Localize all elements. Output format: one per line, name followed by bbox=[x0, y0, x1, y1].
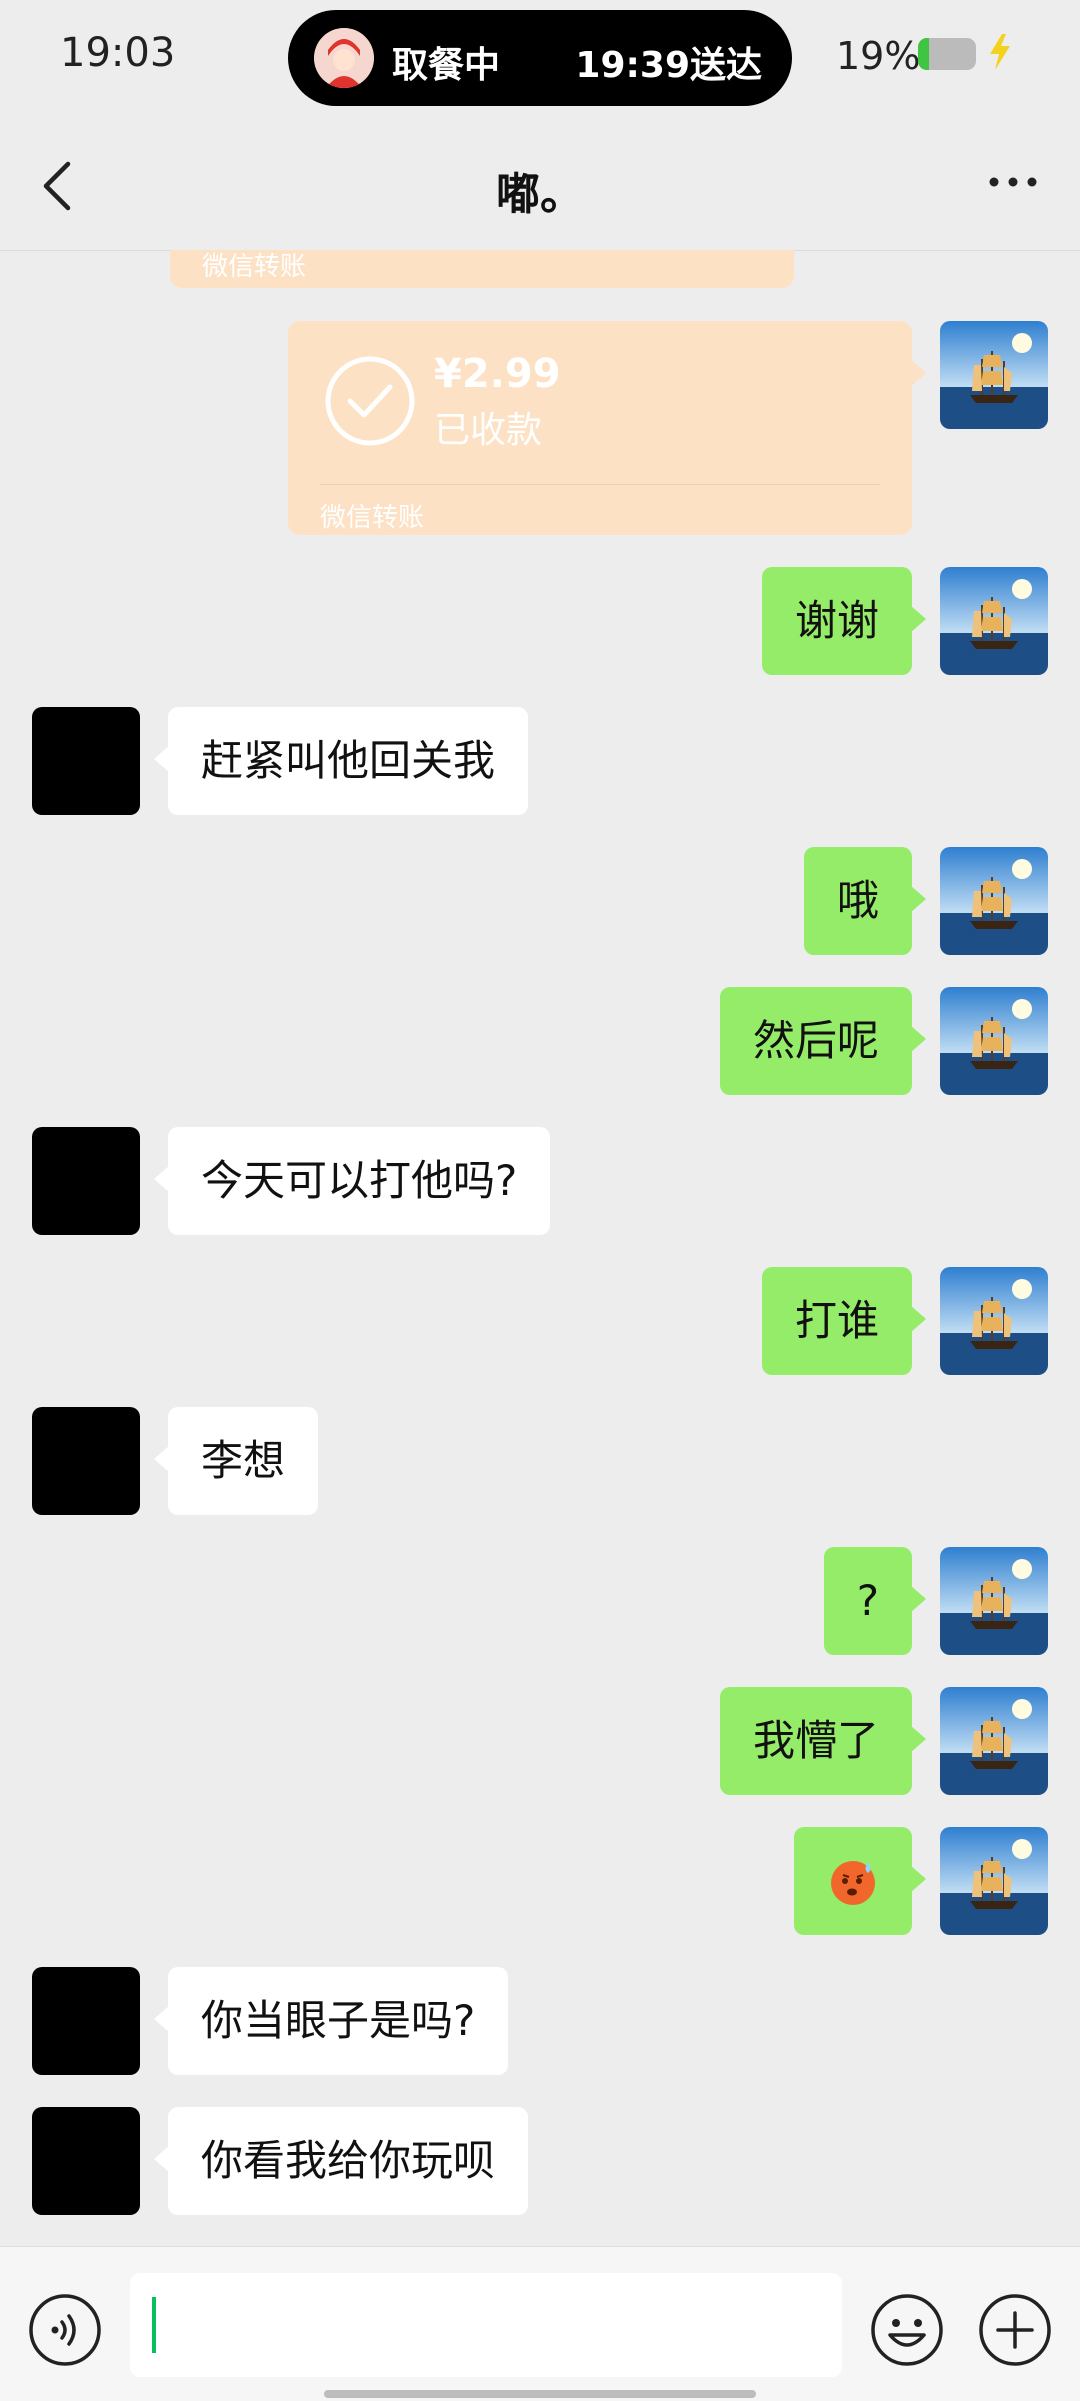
chat-title: 嘟。 bbox=[496, 169, 584, 220]
courier-avatar-icon bbox=[314, 28, 374, 88]
plus-circle-icon[interactable] bbox=[978, 2293, 1052, 2367]
transfer-status: 已收款 bbox=[434, 410, 543, 451]
outgoing-message[interactable]: 打谁 bbox=[761, 1267, 927, 1375]
dynamic-island-delivery[interactable]: 取餐中 19:39送达 bbox=[288, 10, 792, 106]
contact-avatar[interactable] bbox=[32, 707, 140, 815]
outgoing-message[interactable]: 然后呢 bbox=[719, 987, 927, 1095]
my-avatar[interactable] bbox=[940, 1827, 1048, 1935]
contact-avatar[interactable] bbox=[32, 1407, 140, 1515]
contact-avatar[interactable] bbox=[32, 2107, 140, 2215]
chat-input-bar bbox=[0, 2246, 1080, 2401]
incoming-message[interactable]: 李想 bbox=[153, 1407, 319, 1515]
my-avatar[interactable] bbox=[940, 987, 1048, 1095]
contact-avatar[interactable] bbox=[32, 1967, 140, 2075]
home-indicator[interactable] bbox=[324, 2390, 756, 2398]
my-avatar[interactable] bbox=[940, 1267, 1048, 1375]
outgoing-emoji-message[interactable] bbox=[794, 1827, 926, 1935]
voice-input-icon[interactable] bbox=[28, 2293, 102, 2367]
smiley-icon[interactable] bbox=[870, 2293, 944, 2367]
message-input[interactable] bbox=[130, 2273, 842, 2377]
check-circle-icon bbox=[325, 356, 415, 446]
transfer-card-partial[interactable]: 微信转账 bbox=[170, 250, 794, 288]
incoming-message[interactable]: 赶紧叫他回关我 bbox=[153, 707, 529, 815]
outgoing-message[interactable]: 我懵了 bbox=[719, 1687, 927, 1795]
incoming-message[interactable]: 你当眼子是吗? bbox=[153, 1967, 509, 2075]
chat-navbar: 嘟。 bbox=[0, 118, 1080, 251]
delivery-eta: 19:39送达 bbox=[575, 45, 762, 86]
transfer-divider bbox=[320, 484, 880, 485]
my-avatar[interactable] bbox=[940, 1547, 1048, 1655]
status-bar: 19:03 取餐中 19:39送达 19% bbox=[0, 0, 1080, 118]
sweat-face-emoji-icon bbox=[831, 1861, 875, 1905]
transfer-foot-label: 微信转账 bbox=[202, 252, 307, 282]
more-dots-icon[interactable] bbox=[988, 176, 1038, 188]
my-avatar[interactable] bbox=[940, 567, 1048, 675]
my-avatar[interactable] bbox=[940, 321, 1048, 429]
text-caret bbox=[152, 2297, 156, 2353]
battery-percent: 19% bbox=[836, 34, 921, 78]
contact-avatar[interactable] bbox=[32, 1127, 140, 1235]
transfer-amount: ¥2.99 bbox=[434, 351, 561, 397]
battery-icon bbox=[918, 38, 976, 70]
message-list[interactable]: 微信转账 ¥2.99 已收款 微信转账 谢谢 赶紧叫他回关我 哦 然后呢 今天可… bbox=[0, 250, 1080, 2245]
charging-bolt-icon bbox=[990, 34, 1010, 70]
delivery-status: 取餐中 bbox=[392, 45, 501, 86]
incoming-message[interactable]: 你看我给你玩呗 bbox=[153, 2107, 529, 2215]
my-avatar[interactable] bbox=[940, 847, 1048, 955]
transfer-card[interactable]: ¥2.99 已收款 微信转账 bbox=[288, 321, 926, 535]
status-time: 19:03 bbox=[60, 30, 176, 76]
incoming-message[interactable]: 今天可以打他吗? bbox=[153, 1127, 551, 1235]
transfer-foot-label: 微信转账 bbox=[320, 503, 425, 533]
outgoing-message[interactable]: ? bbox=[823, 1547, 927, 1655]
outgoing-message[interactable]: 谢谢 bbox=[761, 567, 927, 675]
my-avatar[interactable] bbox=[940, 1687, 1048, 1795]
outgoing-message[interactable]: 哦 bbox=[803, 847, 927, 955]
